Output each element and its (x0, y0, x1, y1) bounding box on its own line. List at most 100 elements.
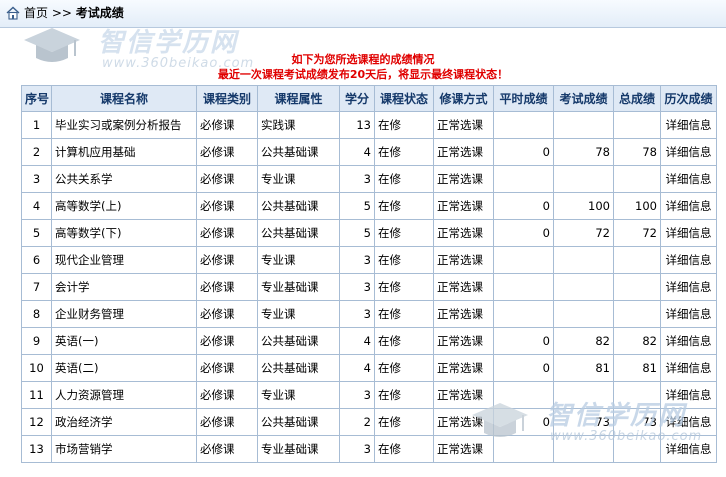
breadcrumb: 首页 >> 考试成绩 (24, 6, 124, 21)
cell-credit: 4 (339, 138, 375, 166)
cell-study-mode: 正常选课 (433, 300, 494, 328)
cell-total-score (613, 435, 661, 463)
cell-total-score: 73 (613, 408, 661, 436)
cell-course-name: 英语(二) (51, 354, 197, 382)
cell-usual-score (493, 435, 554, 463)
cell-course-attribute: 专业课 (257, 300, 340, 328)
table-row: 11 人力资源管理 必修课 专业课 3 在修 正常选课 详细信息 (21, 381, 717, 409)
table-row: 2 计算机应用基础 必修课 公共基础课 4 在修 正常选课 0 78 78 详细信息 (21, 138, 717, 166)
cell-study-mode: 正常选课 (433, 327, 494, 355)
cell-credit: 3 (339, 165, 375, 193)
cell-usual-score (493, 381, 554, 409)
cell-index: 1 (21, 111, 52, 139)
cell-study-mode: 正常选课 (433, 138, 494, 166)
table-row: 10 英语(二) 必修课 公共基础课 4 在修 正常选课 0 81 81 详细信息 (21, 354, 717, 382)
cell-course-status: 在修 (374, 435, 434, 463)
history-detail-link[interactable]: 详细信息 (660, 138, 717, 166)
cell-index: 3 (21, 165, 52, 193)
cell-credit: 3 (339, 435, 375, 463)
home-icon[interactable] (6, 6, 20, 20)
cell-course-category: 必修课 (196, 354, 258, 382)
cell-course-name: 英语(一) (51, 327, 197, 355)
cell-index: 6 (21, 246, 52, 274)
cell-course-category: 必修课 (196, 138, 258, 166)
cell-index: 13 (21, 435, 52, 463)
cell-course-attribute: 公共基础课 (257, 354, 340, 382)
cell-exam-score (553, 435, 614, 463)
cell-course-category: 必修课 (196, 327, 258, 355)
cell-index: 9 (21, 327, 52, 355)
cell-study-mode: 正常选课 (433, 273, 494, 301)
history-detail-link[interactable]: 详细信息 (660, 111, 717, 139)
cell-index: 4 (21, 192, 52, 220)
history-detail-link[interactable]: 详细信息 (660, 300, 717, 328)
table-row: 13 市场营销学 必修课 专业基础课 3 在修 正常选课 详细信息 (21, 435, 717, 463)
cell-usual-score (493, 273, 554, 301)
table-row: 1 毕业实习或案例分析报告 必修课 实践课 13 在修 正常选课 详细信息 (21, 111, 717, 139)
history-detail-link[interactable]: 详细信息 (660, 273, 717, 301)
table-row: 8 企业财务管理 必修课 专业课 3 在修 正常选课 详细信息 (21, 300, 717, 328)
cell-exam-score (553, 381, 614, 409)
history-detail-link[interactable]: 详细信息 (660, 354, 717, 382)
history-detail-link[interactable]: 详细信息 (660, 381, 717, 409)
table-row: 9 英语(一) 必修课 公共基础课 4 在修 正常选课 0 82 82 详细信息 (21, 327, 717, 355)
header-course-attribute: 课程属性 (257, 85, 340, 112)
history-detail-link[interactable]: 详细信息 (660, 219, 717, 247)
cell-index: 8 (21, 300, 52, 328)
cell-course-name: 计算机应用基础 (51, 138, 197, 166)
cell-credit: 3 (339, 246, 375, 274)
cell-total-score: 100 (613, 192, 661, 220)
cell-index: 5 (21, 219, 52, 247)
table-header-row: 序号 课程名称 课程类别 课程属性 学分 课程状态 修课方式 平时成绩 考试成绩… (21, 85, 717, 112)
header-study-mode: 修课方式 (433, 85, 494, 112)
cell-exam-score: 81 (553, 354, 614, 382)
cell-usual-score (493, 300, 554, 328)
cell-study-mode: 正常选课 (433, 381, 494, 409)
history-detail-link[interactable]: 详细信息 (660, 246, 717, 274)
cell-credit: 3 (339, 381, 375, 409)
history-detail-link[interactable]: 详细信息 (660, 165, 717, 193)
history-detail-link[interactable]: 详细信息 (660, 327, 717, 355)
cell-exam-score (553, 165, 614, 193)
cell-usual-score: 0 (493, 138, 554, 166)
cell-total-score: 72 (613, 219, 661, 247)
cell-credit: 3 (339, 300, 375, 328)
cell-exam-score: 100 (553, 192, 614, 220)
table-row: 12 政治经济学 必修课 公共基础课 2 在修 正常选课 0 73 73 详细信息 (21, 408, 717, 436)
cell-course-attribute: 专业基础课 (257, 435, 340, 463)
table-row: 6 现代企业管理 必修课 专业课 3 在修 正常选课 详细信息 (21, 246, 717, 274)
cell-course-status: 在修 (374, 408, 434, 436)
cell-study-mode: 正常选课 (433, 408, 494, 436)
header-history-score: 历次成绩 (660, 85, 717, 112)
cell-total-score (613, 246, 661, 274)
history-detail-link[interactable]: 详细信息 (660, 435, 717, 463)
history-detail-link[interactable]: 详细信息 (660, 192, 717, 220)
header-exam-score: 考试成绩 (553, 85, 614, 112)
cell-total-score (613, 300, 661, 328)
cell-credit: 3 (339, 273, 375, 301)
table-row: 5 高等数学(下) 必修课 公共基础课 5 在修 正常选课 0 72 72 详细信息 (21, 219, 717, 247)
history-detail-link[interactable]: 详细信息 (660, 408, 717, 436)
cell-course-name: 政治经济学 (51, 408, 197, 436)
cell-credit: 13 (339, 111, 375, 139)
cell-course-category: 必修课 (196, 246, 258, 274)
cell-course-status: 在修 (374, 381, 434, 409)
cell-usual-score: 0 (493, 192, 554, 220)
cell-course-attribute: 公共基础课 (257, 192, 340, 220)
cell-total-score (613, 165, 661, 193)
cell-study-mode: 正常选课 (433, 354, 494, 382)
notice-line-1: 如下为您所选课程的成绩情况 (291, 53, 435, 66)
cell-credit: 5 (339, 219, 375, 247)
header-course-name: 课程名称 (51, 85, 197, 112)
cell-exam-score (553, 300, 614, 328)
header-course-status: 课程状态 (374, 85, 434, 112)
cell-course-category: 必修课 (196, 219, 258, 247)
cell-course-status: 在修 (374, 300, 434, 328)
breadcrumb-home-link[interactable]: 首页 (24, 6, 48, 20)
cell-exam-score: 73 (553, 408, 614, 436)
cell-course-status: 在修 (374, 246, 434, 274)
cell-total-score: 81 (613, 354, 661, 382)
cell-course-category: 必修课 (196, 273, 258, 301)
cell-study-mode: 正常选课 (433, 192, 494, 220)
cell-course-category: 必修课 (196, 300, 258, 328)
